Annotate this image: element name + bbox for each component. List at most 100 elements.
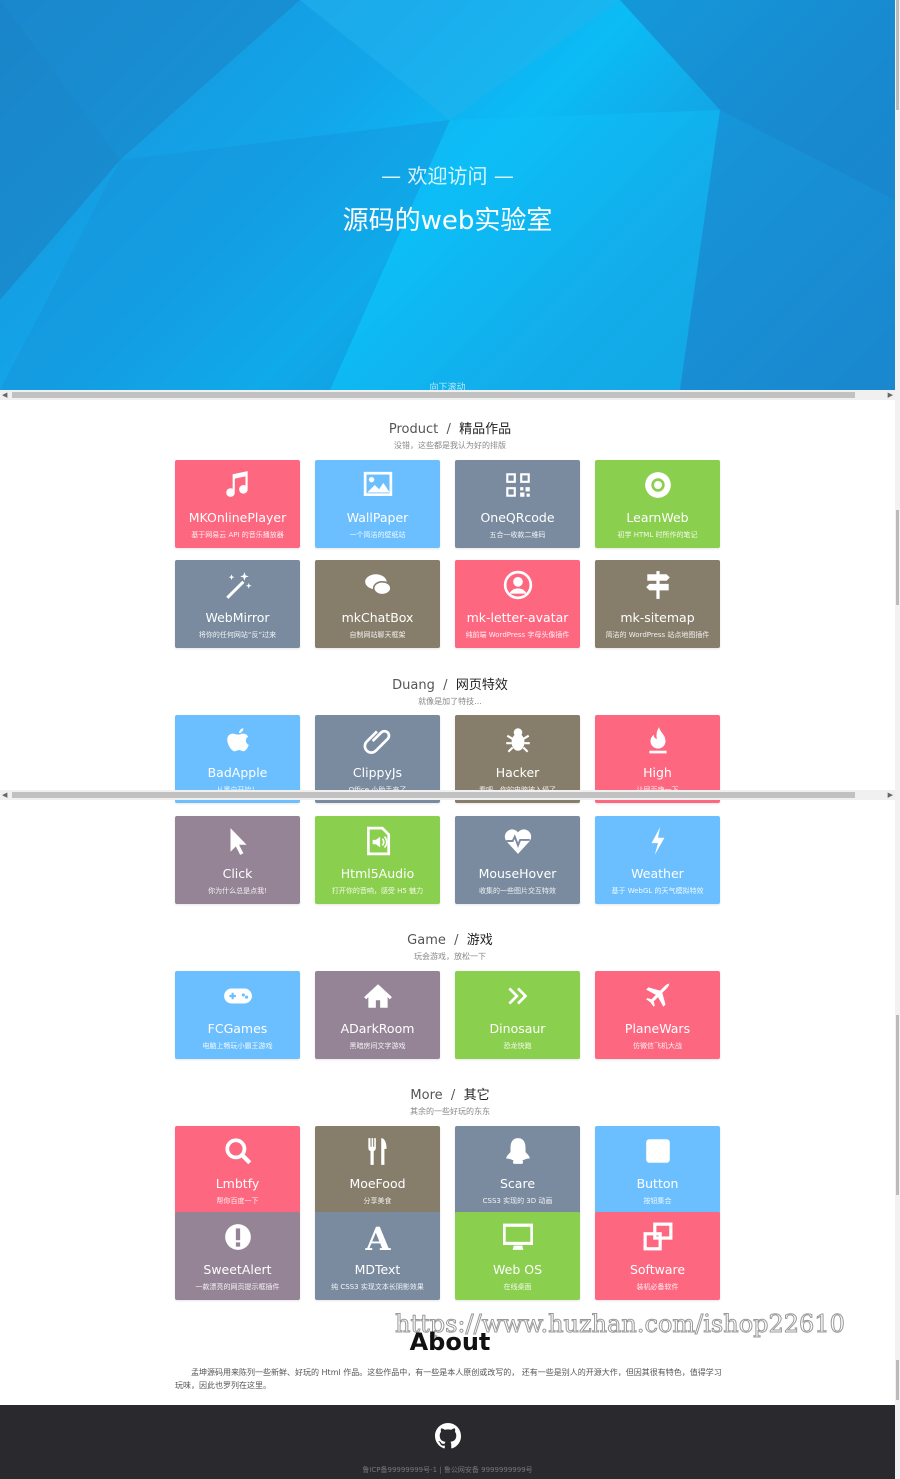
section-subtitle: 其余的一些好玩的东东 [410, 1107, 490, 1116]
project-card[interactable]: ADarkRoom 黑暗房间文字游戏 [315, 971, 440, 1059]
monitor-icon [502, 1223, 533, 1250]
alert-icon [224, 1224, 251, 1250]
card-description: 帮你百度一下 [216, 1197, 259, 1205]
card-description: 分享美食 [363, 1197, 392, 1205]
card-description: 纯前端 WordPress 字母头像插件 [465, 631, 570, 639]
card-name: Lmbtfy [215, 1176, 260, 1191]
project-card[interactable]: WebMirror 将你的任何网站“反”过来 [175, 560, 300, 648]
card-name: WebMirror [205, 610, 270, 625]
card-name: mk-sitemap [620, 610, 695, 625]
fire-icon [648, 727, 667, 754]
card-name: Button [636, 1176, 679, 1191]
card-description: 初学 HTML 时所作的笔记 [617, 531, 698, 539]
footer: 鲁ICP备99999999号-1 | 鲁公网安备 9999999999号 [0, 1405, 895, 1479]
magic-wand-icon [225, 572, 252, 599]
card-name: Scare [499, 1176, 536, 1191]
card-name: Html5Audio [340, 866, 415, 881]
scroll-down-hint[interactable]: 向下滚动 [0, 380, 895, 390]
project-card[interactable]: FCGames 电脑上畅玩小霸王游戏 [175, 971, 300, 1059]
home-icon [363, 984, 392, 1008]
bolt-icon [651, 827, 664, 855]
card-name: SweetAlert [203, 1262, 272, 1277]
project-card[interactable]: LearnWeb 初学 HTML 时所作的笔记 [595, 460, 720, 548]
signpost-icon [645, 571, 670, 599]
project-card[interactable]: PlaneWars 仿微信飞机大战 [595, 971, 720, 1059]
about-text: 孟坤源码用来陈列一些新鲜、好玩的 Html 作品。这些作品中，有一些是本人原创或… [175, 1368, 722, 1390]
card-name: mk-letter-avatar [466, 610, 569, 625]
card-description: 打开你的音响，感受 H5 魅力 [331, 887, 424, 895]
card-description: 在线桌面 [503, 1283, 532, 1291]
card-description: 简洁的 WordPress 站点地图插件 [605, 631, 710, 639]
project-card[interactable]: MKOnlinePlayer 基于网易云 API 的音乐播放器 [175, 460, 300, 548]
project-card[interactable]: Click 你为什么总是点我! [175, 816, 300, 904]
double-chevron-right-icon [507, 987, 527, 1005]
project-card[interactable]: SweetAlert 一款漂亮的网页提示框插件 [175, 1212, 300, 1300]
user-circle-icon [503, 570, 532, 600]
project-card[interactable]: WallPaper 一个简洁的壁纸站 [315, 460, 440, 548]
project-card[interactable]: Lmbtfy 帮你百度一下 [175, 1126, 300, 1214]
plane-icon [645, 983, 670, 1007]
card-name: ClippyJs [352, 765, 403, 780]
github-icon[interactable] [435, 1423, 461, 1449]
project-card[interactable]: MoeFood 分享美食 [315, 1126, 440, 1214]
card-name: mkChatBox [341, 610, 414, 625]
cursor-icon [230, 828, 247, 855]
section-subtitle: 没错，这些都是我认为好的排版 [394, 441, 506, 450]
section-title: Product / 精品作品 [388, 422, 512, 437]
project-card[interactable]: Web OS 在线桌面 [455, 1212, 580, 1300]
card-description: 基于网易云 API 的音乐播放器 [191, 531, 284, 539]
paperclip-icon [363, 729, 390, 754]
card-name: Weather [631, 866, 684, 881]
project-card[interactable]: Button 按钮集合 [595, 1126, 720, 1214]
card-description: 仿微信飞机大战 [633, 1042, 682, 1050]
card-description: 装机必备软件 [636, 1283, 679, 1291]
project-card[interactable]: Dinosaur 恐龙快跑 [455, 971, 580, 1059]
card-description: 基于 WebGL 的天气模拟特效 [611, 887, 704, 895]
square-icon [645, 1139, 670, 1163]
card-name: MDText [354, 1262, 401, 1277]
font-icon: A [364, 1222, 391, 1252]
card-description: 一款漂亮的网页提示框插件 [195, 1283, 280, 1291]
ghost-icon [505, 1138, 530, 1164]
hero-welcome: — 欢迎访问 — [381, 164, 514, 188]
project-card[interactable]: OneQRcode 五合一收款二维码 [455, 460, 580, 548]
project-card[interactable]: Weather 基于 WebGL 的天气模拟特效 [595, 816, 720, 904]
card-name: WallPaper [346, 510, 409, 525]
chat-icon [364, 574, 392, 596]
section-subtitle: 就像是加了特技... [418, 697, 482, 706]
project-card[interactable]: mk-sitemap 简洁的 WordPress 站点地图插件 [595, 560, 720, 648]
music-icon [225, 471, 248, 497]
card-name: Software [629, 1262, 686, 1277]
apple-icon [226, 728, 249, 752]
cutlery-icon [367, 1138, 387, 1165]
card-name: Click [222, 866, 253, 881]
horizontal-scrollbar[interactable]: ◀ ▶ [0, 790, 895, 800]
project-card[interactable]: mkChatBox 自制网站聊天框架 [315, 560, 440, 648]
card-name: Hacker [495, 765, 540, 780]
hero-banner: — 欢迎访问 — 源码的web实验室 向下滚动 [0, 0, 895, 390]
project-card[interactable]: Html5Audio 打开你的音响，感受 H5 魅力 [315, 816, 440, 904]
card-name: ADarkRoom [340, 1021, 415, 1036]
svg-text:A: A [364, 1222, 391, 1252]
section-title: More / 其它 [410, 1088, 490, 1103]
low-poly-background [0, 0, 895, 390]
vertical-scrollbar[interactable] [895, 0, 900, 1479]
card-description: 按钮集合 [643, 1197, 672, 1205]
card-description: 自制网站聊天框架 [349, 631, 406, 639]
card-description: 你为什么总是点我! [208, 887, 267, 895]
project-card[interactable]: Software 装机必备软件 [595, 1212, 720, 1300]
card-description: 黑暗房间文字游戏 [349, 1042, 406, 1050]
project-card[interactable]: Scare CSS3 实现的 3D 动画 [455, 1126, 580, 1214]
project-card[interactable]: A MDText 纯 CSS3 实现文本长阴影效果 [315, 1212, 440, 1300]
section-title: Game / 游戏 [407, 933, 493, 948]
chrome-icon [644, 472, 671, 498]
card-name: High [643, 765, 672, 780]
horizontal-scrollbar[interactable]: ◀ ▶ [0, 390, 895, 400]
hero-title: 源码的web实验室 [342, 206, 553, 236]
gamepad-icon [223, 988, 252, 1004]
footer-copyright: 鲁ICP备99999999号-1 | 鲁公网安备 9999999999号 [362, 1466, 533, 1474]
project-card[interactable]: MouseHover 收集的一些图片交互特效 [455, 816, 580, 904]
card-name: MoeFood [349, 1176, 406, 1191]
heartbeat-icon [504, 829, 531, 854]
project-card[interactable]: mk-letter-avatar 纯前端 WordPress 字母头像插件 [455, 560, 580, 648]
